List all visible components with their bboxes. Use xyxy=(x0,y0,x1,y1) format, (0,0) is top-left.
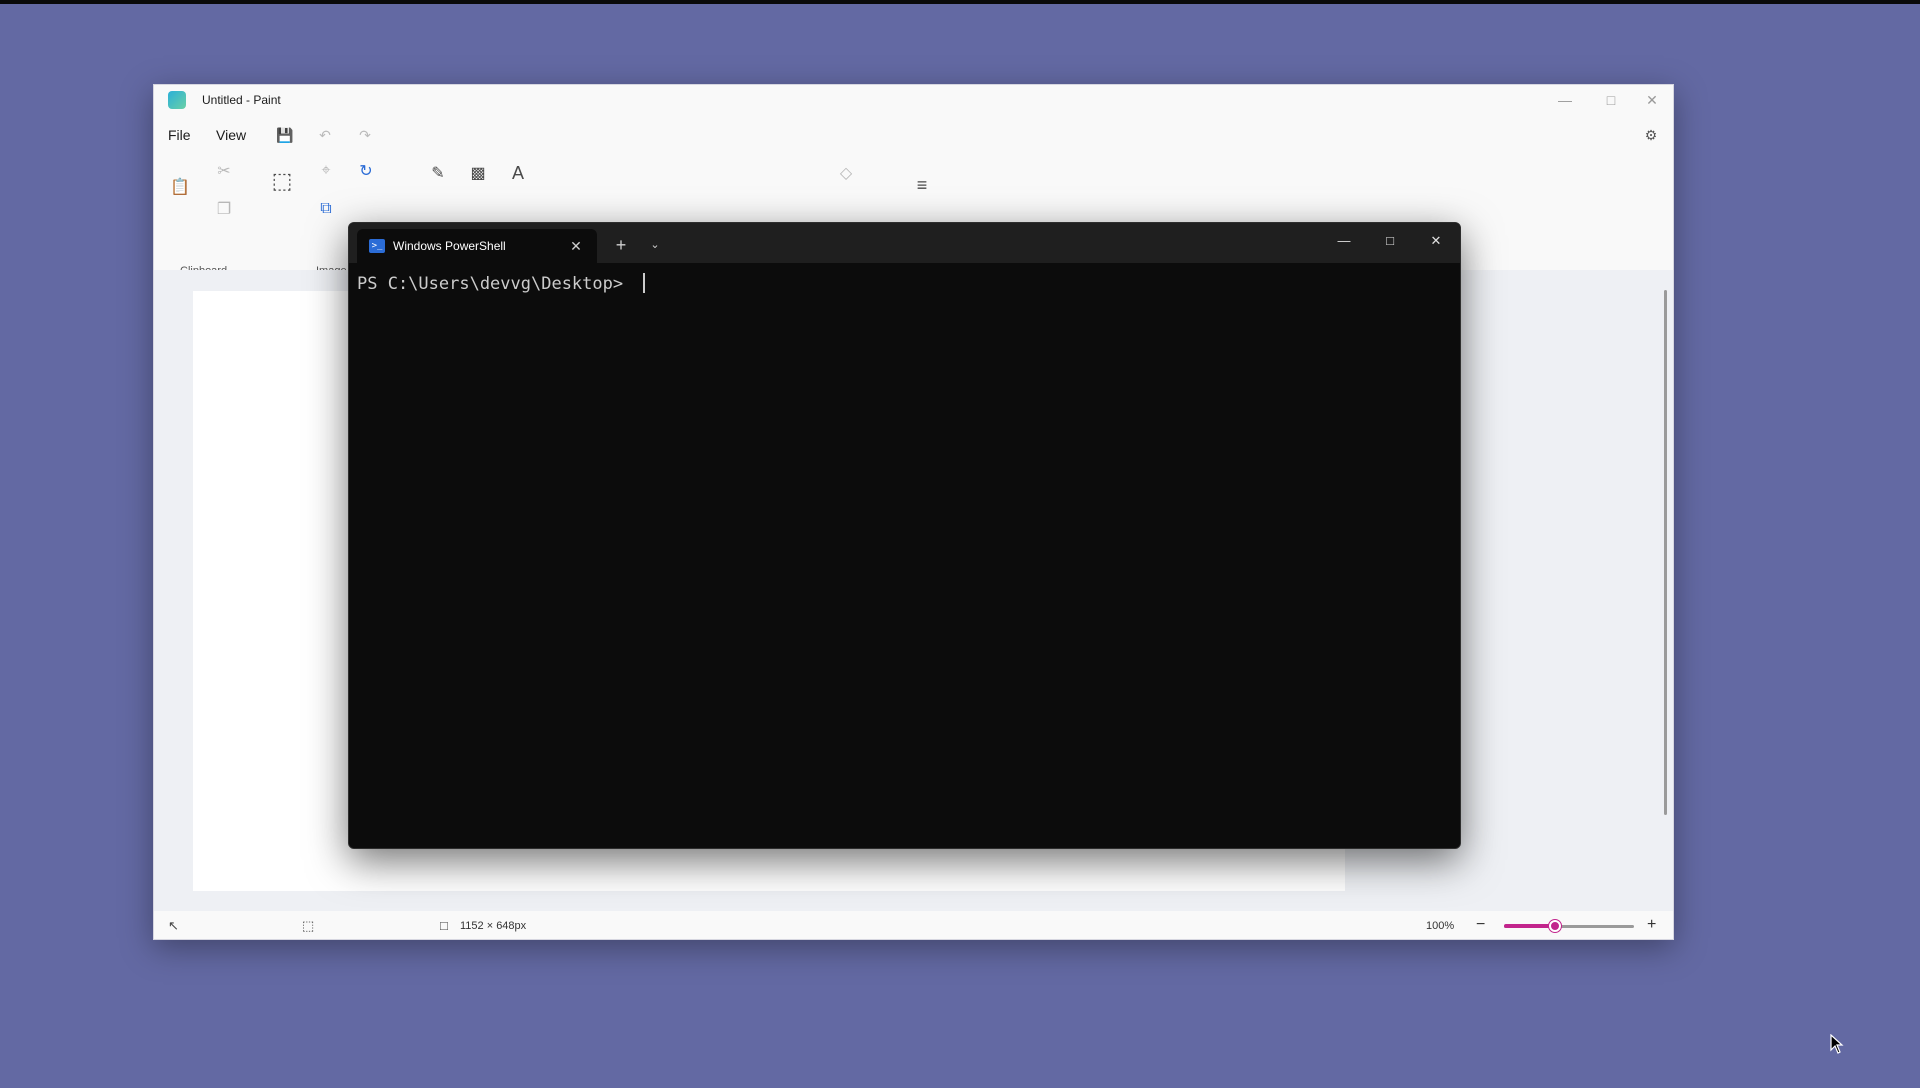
terminal-close-button[interactable]: ✕ xyxy=(1413,223,1459,259)
terminal-maximize-button[interactable]: □ xyxy=(1367,223,1413,259)
paint-app-icon xyxy=(168,91,186,109)
selection-size-icon: ⬚ xyxy=(302,918,315,933)
paint-close-button[interactable]: ✕ xyxy=(1629,85,1675,115)
canvas-size-icon: □ xyxy=(440,918,448,933)
text-cursor xyxy=(643,273,646,293)
paint-maximize-button[interactable]: □ xyxy=(1588,85,1634,115)
cursor-position-icon: ↖ xyxy=(168,918,179,933)
powershell-icon: >_ xyxy=(369,239,385,253)
shape-outline-icon[interactable]: ◇ xyxy=(834,161,858,185)
terminal-body[interactable]: PS C:\Users\devvg\Desktop> xyxy=(349,263,1460,848)
fill-icon[interactable]: ▩ xyxy=(466,161,490,185)
cut-icon[interactable]: ✂ xyxy=(212,159,236,183)
size-icon[interactable]: ≡ xyxy=(910,173,934,197)
menu-file[interactable]: File xyxy=(168,127,191,143)
tab-close-icon[interactable]: ✕ xyxy=(565,235,587,257)
paint-titlebar[interactable]: Untitled - Paint — □ ✕ xyxy=(154,85,1673,115)
paint-minimize-button[interactable]: — xyxy=(1542,85,1588,115)
menu-view[interactable]: View xyxy=(216,127,246,143)
select-icon[interactable]: ⬚ xyxy=(270,168,294,193)
zoom-slider-fill xyxy=(1504,924,1554,928)
zoom-level-label: 100% xyxy=(1426,920,1455,932)
paint-window-title: Untitled - Paint xyxy=(202,93,281,107)
terminal-tab[interactable]: >_ Windows PowerShell ✕ xyxy=(357,229,597,263)
redo-icon[interactable]: ↷ xyxy=(354,125,376,145)
settings-icon[interactable]: ⚙ xyxy=(1640,125,1662,145)
resize-icon[interactable]: ⧉ xyxy=(314,197,338,221)
terminal-titlebar[interactable]: >_ Windows PowerShell ✕ + ⌄ — □ ✕ xyxy=(349,223,1460,263)
new-tab-button[interactable]: + xyxy=(607,231,635,259)
terminal-tab-title: Windows PowerShell xyxy=(393,239,506,253)
pencil-icon[interactable]: ✎ xyxy=(426,161,450,185)
canvas-size-label: 1152 × 648px xyxy=(460,920,527,932)
mouse-pointer-icon xyxy=(1830,1034,1844,1054)
screen-top-strip xyxy=(0,0,1920,4)
tab-dropdown-icon[interactable]: ⌄ xyxy=(643,231,667,259)
command-line[interactable]: PS C:\Users\devvg\Desktop> xyxy=(357,273,646,294)
copy-icon[interactable]: ❐ xyxy=(212,197,236,221)
undo-icon[interactable]: ↶ xyxy=(314,125,336,145)
terminal-minimize-button[interactable]: — xyxy=(1321,223,1367,259)
paint-menubar: File View 💾 ↶ ↷ ⚙ xyxy=(154,115,1673,155)
status-bar: ↖ ⬚ □ 1152 × 648px 100% − + xyxy=(154,911,1673,941)
terminal-window: >_ Windows PowerShell ✕ + ⌄ — □ ✕ PS C:\… xyxy=(348,222,1461,849)
zoom-out-button[interactable]: − xyxy=(1476,916,1485,934)
crop-icon[interactable]: ⌖ xyxy=(314,159,338,183)
vertical-scrollbar[interactable] xyxy=(1664,290,1667,815)
paste-icon[interactable]: 📋 xyxy=(168,175,192,199)
text-icon[interactable]: A xyxy=(506,161,530,185)
save-icon[interactable]: 💾 xyxy=(274,125,296,145)
zoom-in-button[interactable]: + xyxy=(1647,916,1656,934)
zoom-slider-thumb[interactable] xyxy=(1549,920,1561,932)
rotate-icon[interactable]: ↻ xyxy=(354,159,378,183)
shell-prompt: PS C:\Users\devvg\Desktop> xyxy=(357,274,634,294)
